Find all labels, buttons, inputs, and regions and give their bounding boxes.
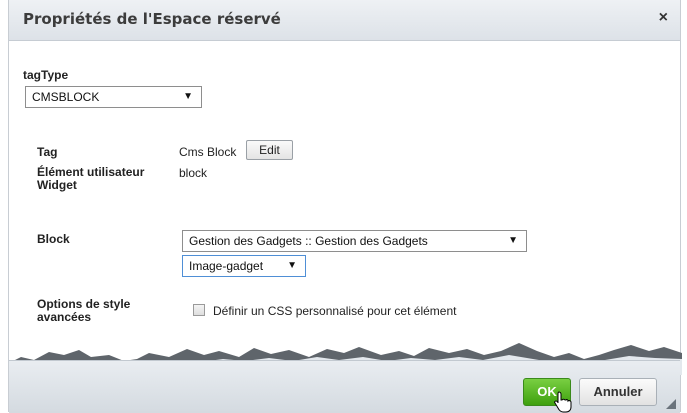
cancel-button[interactable]: Annuler: [579, 378, 657, 406]
tag-label: Tag: [37, 145, 58, 159]
widget-value: block: [179, 166, 208, 180]
chevron-down-icon: ▼: [183, 91, 193, 102]
block-select[interactable]: Gestion des Gadgets :: Gestion des Gadge…: [182, 230, 527, 252]
close-icon[interactable]: ×: [659, 9, 668, 27]
hand-cursor-icon: [554, 391, 572, 413]
block-sub-select[interactable]: Image-gadget ▼: [182, 255, 306, 277]
tagtype-label: tagType: [23, 68, 69, 82]
tagtype-selected-value: CMSBLOCK: [32, 90, 100, 104]
block-selected-value: Gestion des Gadgets :: Gestion des Gadge…: [189, 234, 428, 248]
tagtype-select[interactable]: CMSBLOCK ▼: [25, 86, 202, 108]
widget-label: Élément utilisateur Widget: [37, 165, 145, 192]
chevron-down-icon: ▼: [508, 235, 518, 246]
dialog-titlebar: Propriétés de l'Espace réservé ×: [9, 0, 680, 41]
edit-tag-button[interactable]: Edit: [246, 140, 293, 160]
block-label: Block: [37, 232, 70, 246]
dialog-footer: OK Annuler: [9, 360, 680, 413]
custom-css-checkbox[interactable]: [193, 304, 205, 316]
custom-css-checkbox-label: Définir un CSS personnalisé pour cet élé…: [213, 304, 457, 318]
chevron-down-icon: ▼: [287, 260, 297, 271]
tag-value: Cms Block: [179, 145, 237, 159]
advanced-style-label: Options de style avancées: [37, 297, 131, 324]
dialog-title: Propriétés de l'Espace réservé: [23, 10, 281, 28]
block-sub-selected-value: Image-gadget: [189, 259, 264, 273]
resize-handle-icon[interactable]: [666, 399, 676, 409]
placeholder-properties-dialog: Propriétés de l'Espace réservé × tagType…: [8, 0, 682, 413]
